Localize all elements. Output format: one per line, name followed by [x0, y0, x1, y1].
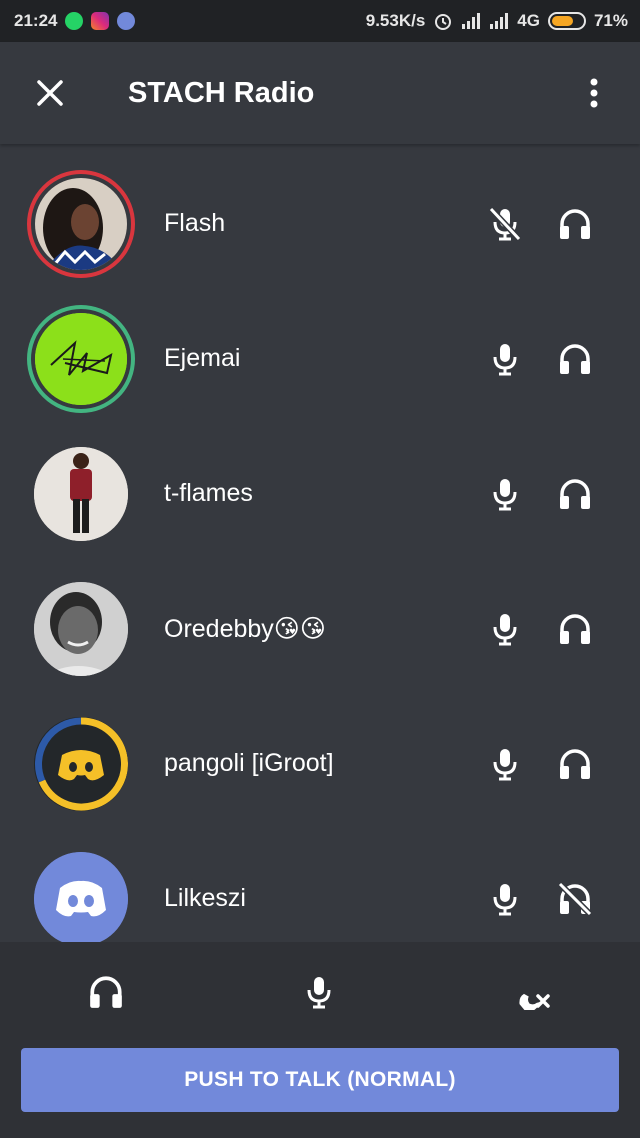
- headphones-deafened-icon: [557, 881, 593, 916]
- headphones-icon: [560, 478, 590, 509]
- headphones-icon: [560, 343, 590, 374]
- alarm-icon: [433, 11, 453, 31]
- microphone-icon: [307, 977, 331, 1009]
- avatar-ring: [27, 169, 135, 278]
- whatsapp-icon: [65, 12, 84, 30]
- member-row[interactable]: Flash: [0, 156, 640, 291]
- headphones-icon: [90, 976, 122, 1008]
- avatar: [34, 446, 128, 541]
- avatar: [34, 581, 128, 676]
- status-time: 21:24: [14, 11, 58, 30]
- member-row[interactable]: pangoli [iGroot]: [0, 696, 640, 831]
- member-headphones-toggle[interactable]: [550, 874, 600, 924]
- member-mic-toggle[interactable]: [480, 604, 530, 654]
- microphone-muted-icon: [488, 206, 522, 241]
- channel-title: STACH Radio: [128, 76, 315, 109]
- member-name: Lilkeszi: [164, 884, 246, 912]
- member-name: pangoli [iGroot]: [164, 749, 334, 777]
- headphones-icon: [560, 748, 590, 779]
- voice-members-list: Flash Ejemai t-flames Oredebby😘😘 pangoli…: [0, 146, 640, 942]
- push-to-talk-button[interactable]: PUSH TO TALK (NORMAL): [21, 1048, 619, 1112]
- member-row[interactable]: t-flames: [0, 426, 640, 561]
- instagram-icon: [91, 12, 110, 30]
- voice-controls-bar: PUSH TO TALK (NORMAL): [0, 942, 640, 1138]
- avatar: [34, 716, 128, 811]
- member-mic-toggle[interactable]: [480, 739, 530, 789]
- microphone-icon: [493, 343, 517, 375]
- microphone-icon: [493, 613, 517, 645]
- network-type: 4G: [517, 11, 540, 30]
- avatar-ring: [27, 710, 135, 818]
- member-headphones-toggle[interactable]: [550, 469, 600, 519]
- member-headphones-toggle[interactable]: [550, 334, 600, 384]
- avatar-ring: [27, 440, 135, 548]
- signal-icon: [461, 12, 481, 30]
- member-row[interactable]: Ejemai: [0, 291, 640, 426]
- more-vertical-icon: [590, 78, 598, 108]
- member-row[interactable]: Oredebby😘😘: [0, 561, 640, 696]
- microphone-icon: [493, 748, 517, 780]
- status-bar: 21:24 9.53K/s 4G 71%: [0, 0, 640, 42]
- headphones-icon: [560, 208, 590, 239]
- network-speed: 9.53K/s: [365, 11, 426, 30]
- headphones-icon: [560, 613, 590, 644]
- member-name: t-flames: [164, 479, 253, 507]
- member-headphones-toggle[interactable]: [550, 199, 600, 249]
- member-headphones-toggle[interactable]: [550, 739, 600, 789]
- deafen-button[interactable]: [76, 962, 136, 1022]
- microphone-icon: [493, 478, 517, 510]
- disconnect-button[interactable]: [503, 962, 563, 1022]
- app-header: STACH Radio: [0, 42, 640, 144]
- member-row[interactable]: Lilkeszi: [0, 831, 640, 942]
- disconnect-call-icon: [519, 993, 550, 1010]
- member-mic-toggle[interactable]: [480, 199, 530, 249]
- member-name: Oredebby😘😘: [164, 614, 326, 643]
- member-name: Flash: [164, 209, 226, 237]
- avatar: [35, 177, 127, 270]
- avatar-ring: [27, 575, 135, 683]
- avatar: [35, 312, 127, 405]
- discord-notification-icon: [117, 12, 136, 30]
- avatar: [34, 851, 128, 942]
- member-mic-toggle[interactable]: [480, 469, 530, 519]
- close-icon: [37, 80, 63, 106]
- member-mic-toggle[interactable]: [480, 874, 530, 924]
- close-button[interactable]: [20, 63, 80, 123]
- member-mic-toggle[interactable]: [480, 334, 530, 384]
- battery-icon: [547, 12, 586, 30]
- avatar-ring: [27, 304, 135, 413]
- mute-button[interactable]: [289, 962, 349, 1022]
- discord-logo-icon: [34, 851, 128, 942]
- avatar-ring: [27, 845, 135, 942]
- microphone-icon: [493, 883, 517, 915]
- more-options-button[interactable]: [564, 63, 624, 123]
- member-headphones-toggle[interactable]: [550, 604, 600, 654]
- battery-percent: 71%: [593, 11, 628, 30]
- member-name: Ejemai: [164, 344, 241, 372]
- signal-icon: [489, 12, 509, 30]
